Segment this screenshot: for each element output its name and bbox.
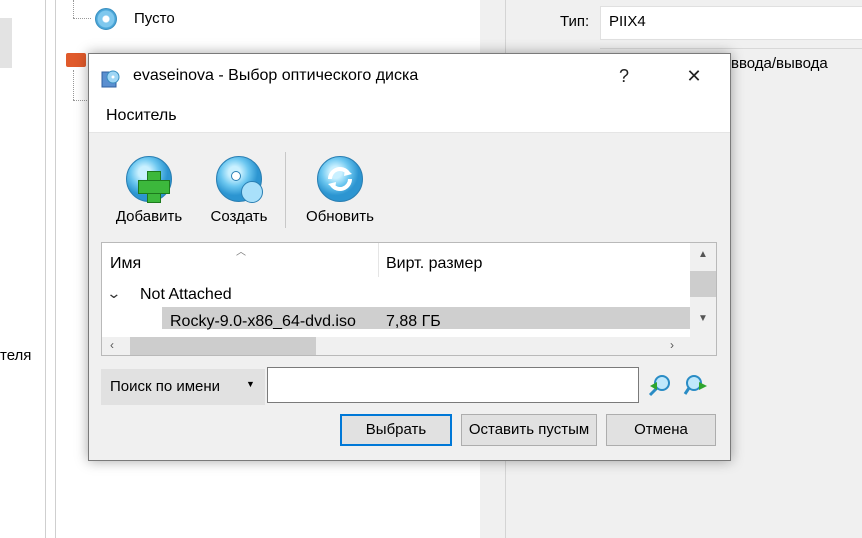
- close-button[interactable]: ✕: [679, 66, 709, 87]
- column-separator: [378, 243, 379, 277]
- menu-item-medium[interactable]: Носитель: [106, 107, 177, 125]
- io-label: ввода/вывода: [731, 55, 828, 72]
- add-label: Добавить: [115, 208, 183, 225]
- chevron-down-icon[interactable]: ⌄: [106, 285, 121, 302]
- controller-icon: [66, 53, 86, 67]
- tree-line: [73, 0, 74, 18]
- search-forward-icon[interactable]: [683, 372, 709, 398]
- selected-row-strip: [0, 18, 12, 68]
- vertical-scrollbar[interactable]: ▲ ▼: [690, 243, 716, 337]
- tree-line: [73, 18, 91, 19]
- add-disc-icon: [126, 156, 172, 203]
- toolbar-separator: [285, 152, 286, 228]
- scroll-left-icon[interactable]: ‹: [110, 338, 114, 352]
- choose-button[interactable]: Выбрать: [340, 414, 452, 446]
- row-name: Rocky-9.0-x86_64-dvd.iso: [170, 313, 356, 330]
- search-mode-label: Поиск по имени: [110, 378, 221, 395]
- partial-label: теля: [0, 347, 32, 364]
- divider: [600, 48, 862, 49]
- divider: [55, 0, 56, 538]
- search-mode-select[interactable]: Поиск по имени ▼: [101, 369, 265, 405]
- create-label: Создать: [210, 208, 268, 225]
- search-backward-icon[interactable]: [647, 372, 673, 398]
- create-button[interactable]: Создать: [201, 156, 277, 225]
- leave-empty-button[interactable]: Оставить пустым: [461, 414, 597, 446]
- row-size: 7,88 ГБ: [386, 313, 441, 330]
- group-not-attached[interactable]: Not Attached: [140, 286, 232, 304]
- tree-line: [73, 100, 87, 101]
- optical-disc-icon: [95, 8, 117, 30]
- media-list[interactable]: ︿ Имя Вирт. размер ⌄ Not Attached Rocky-…: [101, 242, 717, 356]
- app-icon: [101, 69, 121, 89]
- tree-line: [73, 70, 74, 100]
- list-header: ︿ Имя Вирт. размер: [102, 243, 690, 277]
- dropdown-arrow-icon: ▼: [246, 379, 255, 389]
- optical-disk-selector-dialog: evaseinova - Выбор оптического диска ? ✕…: [88, 53, 731, 461]
- dialog-title: evaseinova - Выбор оптического диска: [133, 67, 419, 84]
- scroll-down-icon[interactable]: ▼: [698, 313, 708, 324]
- cancel-button[interactable]: Отмена: [606, 414, 716, 446]
- title-bar: evaseinova - Выбор оптического диска ? ✕: [89, 54, 730, 100]
- scroll-right-icon[interactable]: ›: [670, 338, 674, 352]
- add-button[interactable]: Добавить: [109, 156, 189, 225]
- type-label: Тип:: [560, 13, 590, 30]
- create-disc-icon: [216, 156, 263, 203]
- refresh-icon: [317, 156, 363, 202]
- help-button[interactable]: ?: [609, 66, 639, 87]
- type-value: PIIX4: [609, 13, 646, 30]
- menu-bar: Носитель: [89, 100, 730, 133]
- column-header-size[interactable]: Вирт. размер: [386, 255, 482, 273]
- sort-ascending-icon: ︿: [236, 247, 246, 258]
- tree-item-empty[interactable]: Пусто: [134, 10, 175, 27]
- scroll-up-icon[interactable]: ▲: [698, 249, 708, 260]
- horizontal-scroll-thumb[interactable]: [130, 337, 316, 355]
- divider: [45, 0, 46, 538]
- refresh-button[interactable]: Обновить: [297, 156, 383, 225]
- vertical-scroll-thumb[interactable]: [690, 271, 716, 297]
- horizontal-scrollbar[interactable]: ‹ ›: [102, 337, 716, 355]
- search-input[interactable]: [267, 367, 639, 403]
- refresh-label: Обновить: [306, 208, 374, 225]
- column-header-name[interactable]: Имя: [110, 255, 141, 273]
